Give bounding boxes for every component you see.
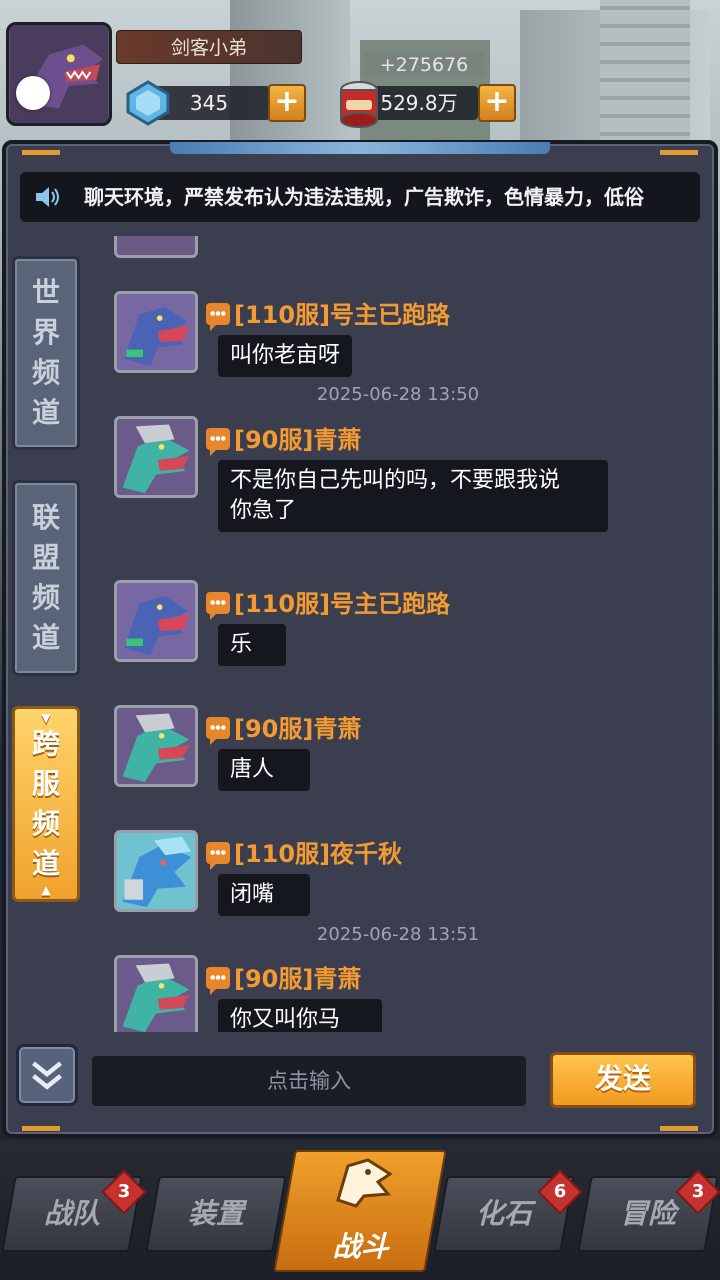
chat-bubble-icon — [206, 592, 230, 620]
chat-input[interactable]: 点击输入 — [92, 1056, 526, 1106]
panel-corner-accent — [660, 1126, 698, 1131]
arrow-up-icon: ▲ — [41, 883, 51, 897]
user-avatar[interactable] — [114, 416, 198, 498]
chat-bubble-icon — [206, 717, 230, 745]
add-coins-button[interactable]: + — [478, 84, 516, 122]
player-name: 剑客小弟 — [116, 30, 302, 64]
tab-char: 跨 — [31, 727, 60, 760]
badge-count: 3 — [691, 1181, 705, 1202]
message-bubble: 唐人 — [218, 749, 310, 791]
message-bubble: 你又叫你马 — [218, 999, 382, 1032]
badge-count: 6 — [553, 1181, 567, 1202]
tab-char: 频 — [31, 581, 60, 614]
player-avatar[interactable] — [6, 22, 112, 126]
sender-name: [110服]号主已跑路 — [234, 301, 451, 329]
chat-bubble-icon — [206, 303, 230, 331]
tab-char: 盟 — [31, 541, 60, 574]
sender-name: [90服]青萧 — [234, 965, 362, 993]
tab-char: 世 — [31, 276, 60, 309]
message-line: 不是你自己先叫的吗，不要跟我说 — [230, 468, 561, 493]
tab-char: 道 — [31, 847, 60, 880]
arrow-down-icon: ▼ — [41, 711, 51, 725]
teal-dino-icon — [117, 419, 195, 495]
avatar-indicator — [16, 76, 50, 110]
dino-head-icon — [336, 1158, 393, 1208]
user-avatar[interactable] — [114, 705, 198, 787]
coin-value: 529.8万 — [380, 91, 458, 115]
teal-dino-icon — [117, 958, 195, 1032]
chat-message-list[interactable]: [110服]号主已跑路 叫你老亩呀 2025-06-28 13:50 [90服]… — [96, 236, 700, 1032]
building — [230, 0, 350, 150]
panel-corner-accent — [22, 1126, 60, 1131]
scroll-to-bottom-button[interactable] — [16, 1044, 78, 1106]
tab-char: 服 — [31, 767, 60, 800]
chat-bubble-icon — [206, 967, 230, 995]
nav-equip-button[interactable]: 装置 — [145, 1176, 287, 1252]
gem-icon — [126, 80, 170, 126]
tab-alliance-channel[interactable]: 联 盟 频 道 — [12, 480, 80, 676]
tab-char: 频 — [31, 356, 60, 389]
speaker-icon — [36, 187, 59, 207]
purple-dino-icon — [117, 294, 195, 370]
double-chevron-down-icon — [32, 1061, 62, 1090]
purple-dino-icon — [117, 583, 195, 659]
tab-char: 频 — [31, 807, 60, 840]
user-avatar[interactable] — [114, 580, 198, 662]
send-button[interactable]: 发送 — [550, 1052, 696, 1108]
sender-name: [110服]夜千秋 — [234, 840, 403, 868]
gem-value: 345 — [189, 91, 229, 115]
message-bubble: 叫你老亩呀 — [218, 335, 353, 377]
message-timestamp: 2025-06-28 13:50 — [316, 384, 480, 405]
message-bubble: 不是你自己先叫的吗，不要跟我说 你急了 — [218, 460, 608, 532]
tab-char: 界 — [31, 316, 60, 349]
panel-corner-accent — [22, 150, 60, 155]
tab-char: 联 — [31, 501, 60, 534]
meat-can-icon — [340, 81, 378, 128]
tab-cross-server-channel[interactable]: ▼ 跨 服 频 道 ▲ — [12, 706, 80, 902]
user-avatar[interactable] — [114, 236, 198, 258]
blue-dino-icon — [117, 833, 195, 909]
notice-banner: 聊天环境，严禁发布认为违法违规，广告欺诈，色情暴力，低俗 — [20, 172, 700, 222]
sender-name: [90服]青萧 — [234, 715, 362, 743]
message-bubble: 闭嘴 — [218, 874, 310, 916]
message-timestamp: 2025-06-28 13:51 — [316, 924, 480, 945]
message-line: 你急了 — [230, 498, 297, 523]
income-popup: +275676 — [364, 52, 484, 78]
user-avatar[interactable] — [114, 291, 198, 373]
dino-portrait-icon — [10, 25, 108, 123]
add-gems-button[interactable]: + — [268, 84, 306, 122]
chat-bubble-icon — [206, 842, 230, 870]
message-bubble: 乐 — [218, 624, 286, 666]
tab-char: 道 — [31, 396, 60, 429]
notice-text: 聊天环境，严禁发布认为违法违规，广告欺诈，色情暴力，低俗 — [84, 185, 644, 209]
chat-bubble-icon — [206, 428, 230, 456]
user-avatar[interactable] — [114, 830, 198, 912]
nav-label: 装置 — [187, 1197, 244, 1230]
sender-name: [90服]青萧 — [234, 426, 362, 454]
building — [600, 0, 690, 150]
tab-char: 道 — [31, 621, 60, 654]
panel-corner-accent — [660, 150, 698, 155]
teal-dino-icon — [117, 708, 195, 784]
sender-name: [110服]号主已跑路 — [234, 590, 451, 618]
badge-count: 3 — [117, 1181, 131, 1202]
tab-world-channel[interactable]: 世 界 频 道 — [12, 256, 80, 450]
user-avatar[interactable] — [114, 955, 198, 1032]
panel-decoration — [170, 142, 550, 154]
